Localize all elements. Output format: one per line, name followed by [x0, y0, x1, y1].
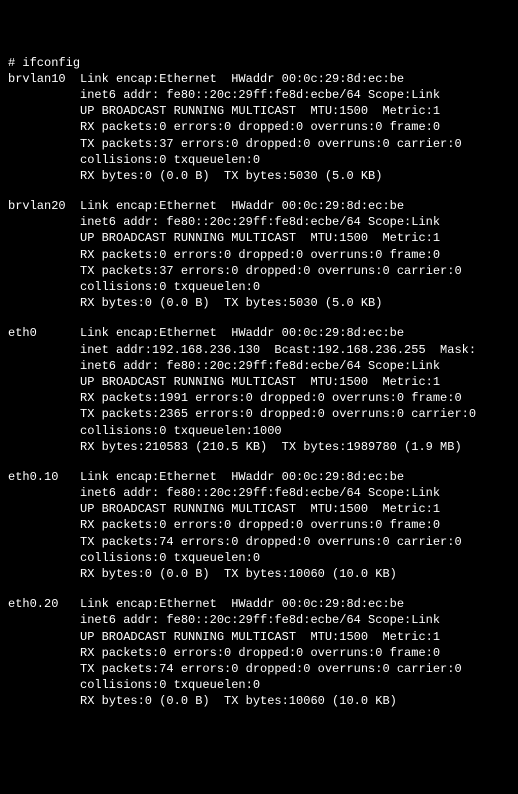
interface-flags: UP BROADCAST RUNNING MULTICAST MTU:1500 …: [8, 374, 510, 390]
shell-prompt: #: [8, 56, 22, 70]
interface-name: eth0.10: [8, 469, 80, 485]
interface-flags: UP BROADCAST RUNNING MULTICAST MTU:1500 …: [8, 103, 510, 119]
interface-encap: Link encap:Ethernet HWaddr 00:0c:29:8d:e…: [80, 72, 404, 86]
interface-tx-packets: TX packets:37 errors:0 dropped:0 overrun…: [8, 263, 510, 279]
interface-collisions: collisions:0 txqueuelen:0: [8, 279, 510, 295]
interface-tx-packets: TX packets:74 errors:0 dropped:0 overrun…: [8, 534, 510, 550]
interface-rx-packets: RX packets:0 errors:0 dropped:0 overruns…: [8, 517, 510, 533]
interface-collisions: collisions:0 txqueuelen:0: [8, 550, 510, 566]
interface-bytes: RX bytes:210583 (210.5 KB) TX bytes:1989…: [8, 439, 510, 455]
interface-tx-packets: TX packets:2365 errors:0 dropped:0 overr…: [8, 406, 510, 422]
interface-block: brvlan20Link encap:Ethernet HWaddr 00:0c…: [8, 198, 510, 311]
interface-inet6: inet6 addr: fe80::20c:29ff:fe8d:ecbe/64 …: [8, 612, 510, 628]
interface-header-line: brvlan10Link encap:Ethernet HWaddr 00:0c…: [8, 71, 510, 87]
interface-block: eth0Link encap:Ethernet HWaddr 00:0c:29:…: [8, 325, 510, 455]
interface-bytes: RX bytes:0 (0.0 B) TX bytes:10060 (10.0 …: [8, 566, 510, 582]
interface-inet6: inet6 addr: fe80::20c:29ff:fe8d:ecbe/64 …: [8, 485, 510, 501]
interface-bytes: RX bytes:0 (0.0 B) TX bytes:10060 (10.0 …: [8, 693, 510, 709]
interface-flags: UP BROADCAST RUNNING MULTICAST MTU:1500 …: [8, 230, 510, 246]
interface-collisions: collisions:0 txqueuelen:1000: [8, 423, 510, 439]
interface-collisions: collisions:0 txqueuelen:0: [8, 152, 510, 168]
interface-inet6: inet6 addr: fe80::20c:29ff:fe8d:ecbe/64 …: [8, 214, 510, 230]
interface-collisions: collisions:0 txqueuelen:0: [8, 677, 510, 693]
interface-name: brvlan10: [8, 71, 80, 87]
interface-header-line: eth0.10Link encap:Ethernet HWaddr 00:0c:…: [8, 469, 510, 485]
interface-inet6: inet6 addr: fe80::20c:29ff:fe8d:ecbe/64 …: [8, 358, 510, 374]
interface-rx-packets: RX packets:1991 errors:0 dropped:0 overr…: [8, 390, 510, 406]
terminal-output: # ifconfig brvlan10Link encap:Ethernet H…: [8, 55, 510, 710]
interface-block: eth0.20Link encap:Ethernet HWaddr 00:0c:…: [8, 596, 510, 709]
interface-bytes: RX bytes:0 (0.0 B) TX bytes:5030 (5.0 KB…: [8, 295, 510, 311]
interface-name: brvlan20: [8, 198, 80, 214]
interface-header-line: eth0.20Link encap:Ethernet HWaddr 00:0c:…: [8, 596, 510, 612]
interface-name: eth0: [8, 325, 80, 341]
interface-encap: Link encap:Ethernet HWaddr 00:0c:29:8d:e…: [80, 597, 404, 611]
interface-bytes: RX bytes:0 (0.0 B) TX bytes:5030 (5.0 KB…: [8, 168, 510, 184]
interface-inet: inet addr:192.168.236.130 Bcast:192.168.…: [8, 342, 510, 358]
interface-encap: Link encap:Ethernet HWaddr 00:0c:29:8d:e…: [80, 199, 404, 213]
interface-block: brvlan10Link encap:Ethernet HWaddr 00:0c…: [8, 71, 510, 184]
interface-header-line: brvlan20Link encap:Ethernet HWaddr 00:0c…: [8, 198, 510, 214]
command-text: ifconfig: [22, 56, 80, 70]
interface-encap: Link encap:Ethernet HWaddr 00:0c:29:8d:e…: [80, 326, 404, 340]
interface-rx-packets: RX packets:0 errors:0 dropped:0 overruns…: [8, 119, 510, 135]
interface-tx-packets: TX packets:37 errors:0 dropped:0 overrun…: [8, 136, 510, 152]
interface-rx-packets: RX packets:0 errors:0 dropped:0 overruns…: [8, 645, 510, 661]
interface-inet6: inet6 addr: fe80::20c:29ff:fe8d:ecbe/64 …: [8, 87, 510, 103]
interface-flags: UP BROADCAST RUNNING MULTICAST MTU:1500 …: [8, 501, 510, 517]
interface-flags: UP BROADCAST RUNNING MULTICAST MTU:1500 …: [8, 629, 510, 645]
interface-name: eth0.20: [8, 596, 80, 612]
interface-header-line: eth0Link encap:Ethernet HWaddr 00:0c:29:…: [8, 325, 510, 341]
interface-encap: Link encap:Ethernet HWaddr 00:0c:29:8d:e…: [80, 470, 404, 484]
interface-rx-packets: RX packets:0 errors:0 dropped:0 overruns…: [8, 247, 510, 263]
interface-tx-packets: TX packets:74 errors:0 dropped:0 overrun…: [8, 661, 510, 677]
interface-block: eth0.10Link encap:Ethernet HWaddr 00:0c:…: [8, 469, 510, 582]
